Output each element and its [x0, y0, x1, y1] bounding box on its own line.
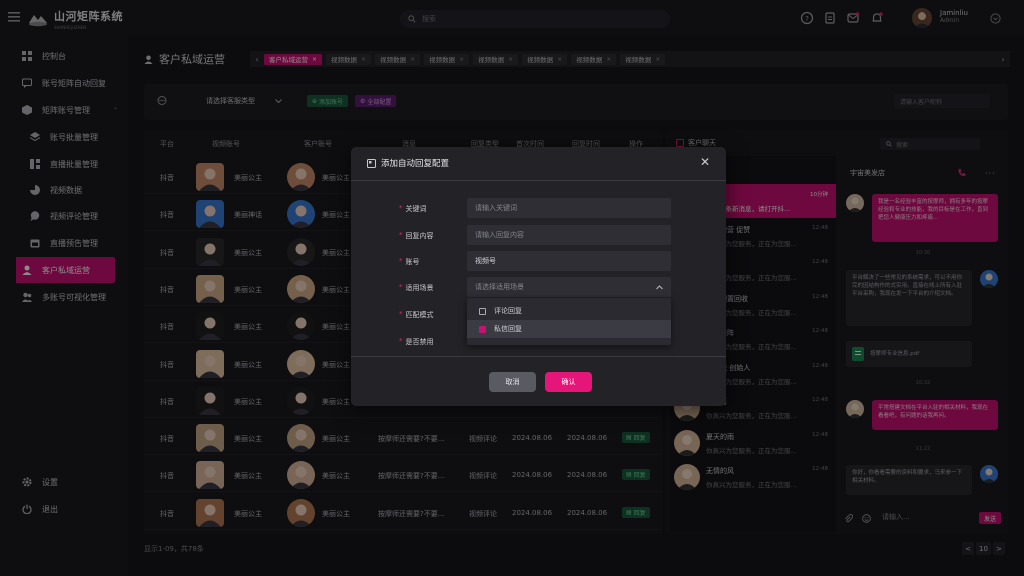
account-input[interactable]: 视频号	[467, 251, 671, 271]
close-icon[interactable]: ✕	[698, 155, 712, 169]
reply-content-input[interactable]: 请输入回复内容	[467, 225, 671, 245]
option-label: 私信回复	[494, 325, 522, 333]
account-label: * 账号	[399, 257, 420, 266]
scene-dropdown: 评论回复 私信回复	[467, 298, 671, 345]
scene-placeholder: 请选择适用场景	[475, 283, 524, 291]
confirm-button[interactable]: 确认	[545, 372, 592, 392]
scene-label: * 适用场景	[399, 283, 434, 292]
scene-select[interactable]: 请选择适用场景	[467, 277, 671, 297]
app-root: 山河矩阵系统 SHANHEJUZHEN 搜索 ? Jaminliu Admin …	[0, 0, 1024, 576]
modal-title-icon	[367, 158, 376, 168]
checkbox-checked-icon	[479, 325, 486, 333]
modal-title-text: 添加自动回复配置	[381, 159, 450, 169]
reply-content-label: * 回复内容	[399, 231, 434, 240]
modal-divider	[351, 356, 726, 357]
option-label: 评论回复	[494, 307, 522, 315]
keyword-input[interactable]: 请输入关键词	[467, 198, 671, 218]
modal-title: 添加自动回复配置	[367, 157, 449, 169]
option-dm-reply[interactable]: 私信回复	[467, 320, 671, 338]
option-comment-reply[interactable]: 评论回复	[467, 302, 671, 320]
cancel-button[interactable]: 取消	[489, 372, 536, 392]
chevron-up-icon	[656, 284, 663, 290]
checkbox-icon	[479, 307, 486, 315]
match-mode-label: * 匹配模式	[399, 310, 434, 319]
keyword-label: * 关键词	[399, 204, 427, 213]
disabled-label: * 是否禁用	[399, 337, 434, 346]
modal-divider	[351, 180, 726, 181]
auto-reply-config-modal: 添加自动回复配置 ✕ * 关键词 请输入关键词 * 回复内容 请输入回复内容 * 账号…	[351, 147, 726, 406]
